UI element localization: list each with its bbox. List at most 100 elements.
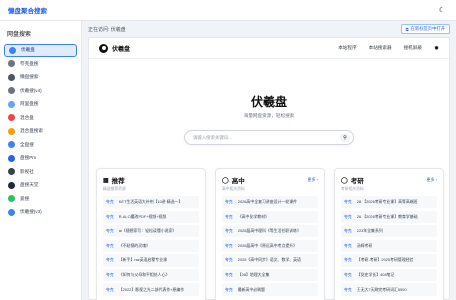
open-new-tab-label: 在新标签页中打开 xyxy=(410,26,445,31)
resource-row[interactable]: 夸克 2025届高中理科《等生活任职训练》 xyxy=(222,225,318,238)
sidebar-item-label: 伏羲盘 xyxy=(21,47,35,53)
chat-icon: ◯ xyxy=(341,177,348,184)
nav-link-searcher[interactable]: 本站搜索器 xyxy=(369,45,392,51)
resource-row[interactable]: 夸克 《如何与父母和平相处人心》 xyxy=(103,268,199,282)
source-tag: 夸克 xyxy=(225,213,233,219)
nav-link-block[interactable]: 搜机屏蔽 xyxy=(404,45,422,51)
source-tag: 夸克 xyxy=(106,228,114,234)
source-tag: 夸克 xyxy=(106,242,114,248)
sidebar-item-label: 影视社 xyxy=(20,168,34,174)
resource-row[interactable]: 夸克 223年全集系列 xyxy=(341,225,437,238)
resource-title: 2025《高中同步》语文、数学、英语 xyxy=(237,257,301,263)
resource-row[interactable]: 夸克 26.【2026考研专业课】高等高端班 xyxy=(341,196,437,209)
site-icon xyxy=(8,141,15,149)
resource-row[interactable]: 夸克 《高中化学教材》 xyxy=(222,210,318,223)
card-header: ◯ 高中 更多 › xyxy=(222,175,318,185)
resource-title: 26.【2026考研专业课】高等高端班 xyxy=(356,199,418,205)
sun-icon[interactable]: ✹ xyxy=(434,45,439,52)
resource-row[interactable]: 夸克 【新手】raz英语启蒙专业课 xyxy=(103,254,199,267)
resource-title: ai《随想家写：轻松读懂小说家》 xyxy=(118,228,177,234)
resource-row[interactable]: 夸克 R-Ai-O魔改PDF+视频+视频 xyxy=(103,210,199,223)
site-brand[interactable]: 伏羲盘 xyxy=(99,43,130,53)
more-link[interactable]: 更多 › xyxy=(427,177,437,183)
site-icon xyxy=(8,181,15,189)
resource-title: 汤姆考研 xyxy=(356,242,373,248)
sidebar-item[interactable]: 伏羲搜(v4) xyxy=(4,84,77,97)
site-icon xyxy=(8,168,15,176)
open-new-tab-button[interactable]: ⧉ 在新标签页中打开 xyxy=(400,24,450,34)
source-tag: 夸克 xyxy=(344,257,352,263)
resource-row[interactable]: 夸克 2025《高中同步》语文、数学、英语 xyxy=(222,254,318,267)
site-icon xyxy=(8,208,15,216)
hero-section: 伏羲盘 海量网盘资源，轻松搜索 ⚲ xyxy=(89,59,449,159)
resource-row[interactable]: 夸克 KET生活英语大补剂【10讲 精选一】 xyxy=(103,196,199,209)
source-tag: 夸克 xyxy=(106,271,114,277)
sidebar-list: 伏羲盘夸克盘搜懒盘搜索 伏羲搜(v4) 阿里盘搜 混合盘混合盘搜索全盘搜盘搜Pro 影视… xyxy=(4,44,77,219)
sidebar-item[interactable]: 盘搜Pro xyxy=(4,152,77,165)
card-title: ▦ 推荐 xyxy=(103,175,125,186)
sidebar-item-label: 全盘搜 xyxy=(20,141,34,147)
resource-title: 223年全集系列 xyxy=(356,228,383,234)
sidebar-item[interactable]: 盘搜天堂 xyxy=(4,179,77,192)
resource-row[interactable]: 夸克 2026高中全复习讲座设计一轮课件 xyxy=(222,196,318,209)
sidebar-item-label: 盘搜Pro xyxy=(20,155,37,161)
sidebar-item-label: 夸克盘搜 xyxy=(20,60,39,66)
source-tag: 夸克 xyxy=(106,213,114,219)
resource-row[interactable]: 夸克 2026届高中《原远高中考点提升》 xyxy=(222,239,318,252)
resource-card: ◯ 高中 更多 › 高中相关资料夸克 2026高中全复习讲座设计一轮课件 夸克 《高中化学教… xyxy=(215,168,325,300)
source-tag: 夸克 xyxy=(344,286,352,292)
sidebar-item[interactable]: 伏羲搜(v3) xyxy=(4,206,77,219)
source-tag: 夸克 xyxy=(344,242,352,248)
main-area: 正在访问: 伏羲盘 ⧉ 在新标签页中打开 伏羲盘 本站程序 本站搜索器 搜机屏蔽… xyxy=(82,21,456,300)
sidebar-item[interactable]: 夸克盘搜 xyxy=(4,57,77,70)
source-tag: 夸克 xyxy=(106,286,114,292)
nav-link-program[interactable]: 本站程序 xyxy=(338,45,356,51)
resource-row[interactable]: 夸克 《不粘锅的灵魂》 xyxy=(103,239,199,252)
sidebar-item-label: 伏羲搜(v3) xyxy=(20,209,42,215)
resource-row[interactable]: 夸克 【2022】影视之光二部代表作+原编作 xyxy=(103,283,199,296)
resource-title: 【党史学长】408笔记 xyxy=(356,271,395,277)
resource-row[interactable]: 夸克 最新高中必刷题 xyxy=(222,283,318,296)
resource-row[interactable]: 夸克 【考研-考研】2025考研管理经验 xyxy=(341,254,437,267)
site-nav-links: 本站程序 本站搜索器 搜机屏蔽 ✹ xyxy=(338,45,439,52)
resource-row[interactable]: 夸克 26.【2026考研专业课】教育学基础 xyxy=(341,210,437,223)
resource-row[interactable]: 夸克 汤姆考研 xyxy=(341,239,437,252)
resource-row[interactable]: 夸克 王无大7天刷完考研词汇5500 xyxy=(341,283,437,296)
current-site-label: 正在访问: 伏羲盘 xyxy=(88,26,126,33)
sidebar-item[interactable]: 爱搜 xyxy=(4,192,77,205)
sidebar-item[interactable]: 混合盘 xyxy=(4,111,77,124)
sidebar-item-label: 混合盘搜索 xyxy=(20,128,43,134)
site-icon xyxy=(8,195,15,203)
site-icon xyxy=(8,60,15,68)
sidebar-item[interactable]: 混合盘搜索 xyxy=(4,125,77,138)
site-icon xyxy=(9,46,16,54)
status-row: 正在访问: 伏羲盘 ⧉ 在新标签页中打开 xyxy=(88,21,450,37)
resource-row[interactable]: 夸克 ai《随想家写：轻松读懂小说家》 xyxy=(103,225,199,238)
card-subtitle: 高中相关资料 xyxy=(222,187,245,191)
sidebar-item[interactable]: 伏羲盘 xyxy=(4,44,77,57)
site-icon xyxy=(8,154,15,162)
sidebar-item[interactable]: 全盘搜 xyxy=(4,138,77,151)
resource-row[interactable]: 夸克 【08】地理大全集 xyxy=(222,268,318,282)
sidebar-item[interactable]: 阿里盘搜 xyxy=(4,98,77,111)
embedded-site-frame: 伏羲盘 本站程序 本站搜索器 搜机屏蔽 ✹ 伏羲盘 海量网盘资源，轻松搜索 ⚲ … xyxy=(88,37,450,300)
card-title: ◯ 高中 xyxy=(222,175,245,186)
resource-title: 【新手】raz英语启蒙专业课 xyxy=(118,257,167,263)
sidebar-item[interactable]: 影视社 xyxy=(4,165,77,178)
hero-subtitle: 海量网盘资源，轻松搜索 xyxy=(243,113,295,118)
resource-card: ▦ 推荐 精选推荐资源 夸克 KET生活英语大补剂【10讲 精选一】 夸克 R-Ai-O魔改… xyxy=(96,168,206,300)
moon-icon[interactable]: ☾ xyxy=(436,4,448,16)
site-icon xyxy=(8,100,15,108)
site-icon xyxy=(8,114,15,122)
search-input[interactable] xyxy=(193,135,333,140)
sidebar-item[interactable]: 懒盘搜索 xyxy=(4,71,77,84)
resource-row[interactable]: 夸克 【党史学长】408笔记 xyxy=(341,268,437,282)
resource-card: ◯ 考研 更多 › 考研相关资料 夸克 26.【2026考研专业课】高等高端班 夸克 26.【… xyxy=(334,168,444,300)
search-bar: ⚲ xyxy=(184,130,354,145)
card-header: ◯ 考研 更多 › xyxy=(341,175,437,185)
source-tag: 夸克 xyxy=(344,199,352,205)
search-icon[interactable]: ⚲ xyxy=(340,132,350,143)
more-link[interactable]: 更多 › xyxy=(308,177,318,183)
hero-title: 伏羲盘 xyxy=(250,95,287,109)
source-tag: 夸克 xyxy=(225,286,233,292)
